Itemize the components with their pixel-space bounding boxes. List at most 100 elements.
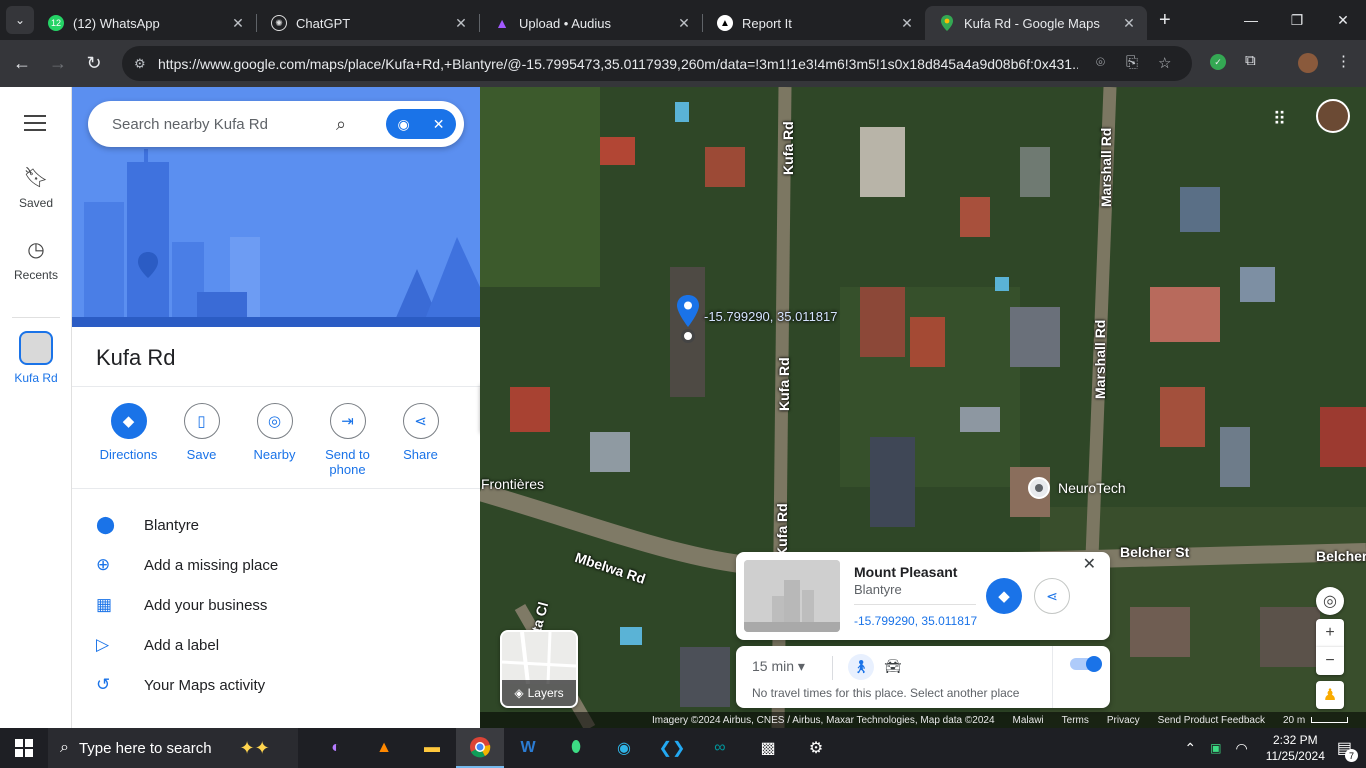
- travel-time-toggle[interactable]: [1070, 656, 1102, 672]
- card-coordinates[interactable]: -15.799290, 35.011817: [854, 614, 977, 628]
- directions-label: Directions: [99, 447, 158, 462]
- maps-activity-text: Your Maps activity: [144, 676, 266, 694]
- list-item-maps-activity[interactable]: ↺ Your Maps activity: [96, 675, 265, 695]
- chevron-up-icon[interactable]: ⌃: [1184, 740, 1196, 757]
- url-text[interactable]: https://www.google.com/maps/place/Kufa+R…: [158, 56, 1078, 72]
- country-link[interactable]: Malawi: [1013, 715, 1044, 726]
- address-bar[interactable]: ⚙ https://www.google.com/maps/place/Kufa…: [122, 46, 1192, 81]
- word-icon[interactable]: W: [504, 728, 552, 768]
- wifi-icon[interactable]: ◠: [1235, 740, 1247, 757]
- list-item-add-missing-place[interactable]: ⊕ Add a missing place: [96, 555, 278, 575]
- scale-label[interactable]: 20 m: [1283, 715, 1305, 726]
- clock[interactable]: 2:32 PM 11/25/2024: [1266, 732, 1325, 764]
- street-view-pegman-icon[interactable]: ♟: [1316, 681, 1344, 709]
- location-icon[interactable]: ⌾: [1096, 54, 1105, 71]
- game-icon[interactable]: ▩: [744, 728, 792, 768]
- privacy-link[interactable]: Privacy: [1107, 715, 1140, 726]
- card-share-button[interactable]: ⋖: [1034, 578, 1070, 614]
- browser-toolbar: ← → ↻ ⚙ https://www.google.com/maps/plac…: [0, 40, 1366, 87]
- back-icon[interactable]: ←: [4, 53, 40, 74]
- directions-button[interactable]: ◆ Directions: [92, 403, 165, 477]
- bookmark-star-icon[interactable]: ☆: [1158, 54, 1171, 72]
- my-location-icon[interactable]: ◎: [1316, 587, 1344, 615]
- walking-icon[interactable]: 🚶︎: [848, 654, 874, 680]
- restore-icon[interactable]: ❐: [1274, 0, 1320, 40]
- reload-icon[interactable]: ↻: [76, 53, 112, 74]
- site-info-icon[interactable]: ⚙: [134, 56, 158, 72]
- rail-saved[interactable]: 🔖︎ Saved: [0, 165, 72, 210]
- dropped-pin-marker[interactable]: [676, 295, 700, 327]
- map-canvas[interactable]: Kufa Rd Kufa Rd Kufa Rd Marshall Rd Mars…: [480, 87, 1366, 728]
- account-avatar[interactable]: [1316, 99, 1350, 133]
- nearby-pin-icon[interactable]: ◉: [398, 116, 410, 133]
- app-icon[interactable]: ⬮: [552, 728, 600, 768]
- search-input[interactable]: Search nearby Kufa Rd: [112, 116, 332, 133]
- zoom-in-icon[interactable]: +: [1316, 619, 1344, 647]
- terms-link[interactable]: Terms: [1062, 715, 1089, 726]
- save-button[interactable]: ▯ Save: [165, 403, 238, 477]
- pin-coordinates-label: -15.799290, 35.011817: [704, 309, 838, 324]
- tab-search-button[interactable]: ⌄: [6, 6, 34, 34]
- extensions-puzzle-icon[interactable]: ⧉: [1245, 52, 1256, 69]
- close-tab-icon[interactable]: ✕: [230, 15, 246, 32]
- tab-whatsapp[interactable]: 12 (12) WhatsApp ✕: [34, 6, 256, 40]
- bookmark-icon: 🔖︎: [23, 167, 49, 189]
- notifications-icon[interactable]: ▤ 7: [1337, 738, 1358, 762]
- tab-chatgpt[interactable]: ✺ ChatGPT ✕: [257, 6, 479, 40]
- vscode-icon[interactable]: ❮❯: [648, 728, 696, 768]
- clock-time: 2:32 PM: [1272, 733, 1318, 747]
- send-to-phone-button[interactable]: ⇥ Send to phone: [311, 403, 384, 477]
- feedback-link[interactable]: Send Product Feedback: [1158, 715, 1265, 726]
- list-item-city[interactable]: ⬤ Blantyre: [96, 515, 199, 535]
- travel-message: No travel times for this place. Select a…: [752, 686, 1020, 700]
- close-tab-icon[interactable]: ✕: [1121, 15, 1137, 32]
- list-item-add-label[interactable]: ▷ Add a label: [96, 635, 219, 655]
- place-preview-card[interactable]: Mount Pleasant Blantyre -15.799290, 35.0…: [736, 552, 1110, 640]
- google-apps-icon[interactable]: ⠿: [1273, 109, 1286, 130]
- search-icon[interactable]: ⌕: [336, 114, 346, 135]
- taskbar-search[interactable]: ⌕ Type here to search ✦✦: [48, 728, 298, 768]
- layers-button[interactable]: ◈ Layers: [500, 630, 578, 708]
- settings-gear-icon[interactable]: ⚙: [792, 728, 840, 768]
- forward-icon[interactable]: →: [40, 53, 76, 74]
- tab-report-it[interactable]: ▲ Report It ✕: [703, 6, 925, 40]
- list-item-add-business[interactable]: ▦ Add your business: [96, 595, 267, 615]
- nearby-button[interactable]: ◎ Nearby: [238, 403, 311, 477]
- place-panel: Search nearby Kufa Rd ⌕ ◉ ✕ Kufa Rd ◆ Di…: [72, 87, 480, 728]
- travel-duration-select[interactable]: 15 min ▾: [752, 658, 805, 675]
- current-location-dot: [681, 329, 695, 343]
- search-icon: ⌕: [60, 739, 69, 756]
- zoom-out-icon[interactable]: −: [1316, 647, 1344, 675]
- card-close-icon[interactable]: ✕: [1083, 554, 1096, 574]
- profile-avatar[interactable]: [1298, 53, 1318, 73]
- minimize-icon[interactable]: —: [1228, 0, 1274, 40]
- nearby-icon: ◎: [256, 403, 293, 439]
- close-tab-icon[interactable]: ✕: [899, 15, 915, 32]
- share-button[interactable]: ⋖ Share: [384, 403, 457, 477]
- close-tab-icon[interactable]: ✕: [453, 15, 469, 32]
- menu-icon[interactable]: [24, 115, 46, 131]
- window-close-icon[interactable]: ✕: [1320, 0, 1366, 40]
- extension-icon[interactable]: ✓: [1210, 54, 1226, 70]
- vlc-icon[interactable]: ▲: [360, 728, 408, 768]
- copilot-icon[interactable]: ◐: [312, 728, 360, 768]
- install-app-icon[interactable]: ⎘: [1126, 54, 1138, 71]
- tray-app-icon[interactable]: ▣: [1210, 741, 1221, 755]
- arduino-icon[interactable]: ∞: [696, 728, 744, 768]
- start-button[interactable]: [0, 728, 48, 768]
- driving-icon[interactable]: 🚘︎: [884, 658, 902, 675]
- close-search-icon[interactable]: ✕: [433, 116, 445, 133]
- rail-current-place[interactable]: Kufa Rd: [0, 331, 72, 385]
- new-tab-button[interactable]: +: [1159, 9, 1171, 32]
- neurotech-marker[interactable]: NeuroTech: [1028, 477, 1126, 499]
- close-tab-icon[interactable]: ✕: [676, 15, 692, 32]
- tab-audius[interactable]: ▲ Upload • Audius ✕: [480, 6, 702, 40]
- chrome-icon[interactable]: [456, 728, 504, 768]
- search-nearby-box[interactable]: Search nearby Kufa Rd ⌕ ◉ ✕: [88, 101, 464, 147]
- card-directions-button[interactable]: ◆: [986, 578, 1022, 614]
- rail-recents[interactable]: ◷ Recents: [0, 237, 72, 282]
- file-explorer-icon[interactable]: ▬: [408, 728, 456, 768]
- tab-google-maps[interactable]: Kufa Rd - Google Maps ✕: [925, 6, 1147, 40]
- browser-menu-icon[interactable]: ⋮: [1336, 52, 1351, 70]
- edge-icon[interactable]: ◉: [600, 728, 648, 768]
